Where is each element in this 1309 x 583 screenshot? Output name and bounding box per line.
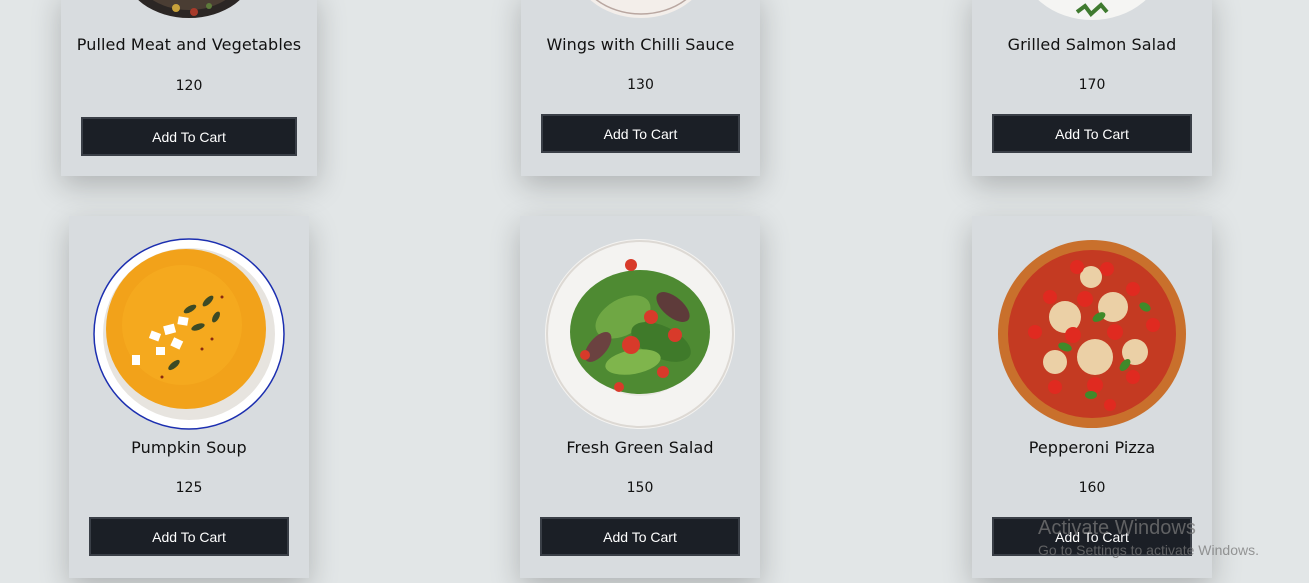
product-price: 125 xyxy=(175,480,203,496)
dish-image xyxy=(998,240,1186,428)
dish-image xyxy=(545,239,735,429)
product-card: Grilled Salmon Salad 170 Add To Cart xyxy=(972,0,1212,176)
product-price: 150 xyxy=(626,480,654,496)
product-price: 160 xyxy=(1078,480,1106,496)
add-to-cart-button[interactable]: Add To Cart xyxy=(89,517,289,556)
add-to-cart-button[interactable]: Add To Cart xyxy=(541,114,740,153)
add-to-cart-button[interactable]: Add To Cart xyxy=(540,517,740,556)
product-name: Pumpkin Soup xyxy=(131,438,247,457)
product-name: Pulled Meat and Vegetables xyxy=(76,35,302,54)
product-name: Wings with Chilli Sauce xyxy=(546,35,735,54)
dish-image xyxy=(138,0,240,18)
product-card: Pepperoni Pizza 160 Add To Cart xyxy=(972,216,1212,578)
product-price: 170 xyxy=(1078,77,1106,93)
product-price: 120 xyxy=(175,78,203,94)
add-to-cart-button[interactable]: Add To Cart xyxy=(992,114,1192,153)
dish-image xyxy=(590,0,692,18)
product-card: Pulled Meat and Vegetables 120 Add To Ca… xyxy=(61,0,317,176)
product-price: 130 xyxy=(627,77,654,93)
product-name: Pepperoni Pizza xyxy=(1028,438,1156,457)
product-card: Wings with Chilli Sauce 130 Add To Cart xyxy=(521,0,760,176)
add-to-cart-button[interactable]: Add To Cart xyxy=(992,517,1192,556)
add-to-cart-button[interactable]: Add To Cart xyxy=(81,117,297,156)
dish-image xyxy=(1038,0,1146,20)
product-card: Pumpkin Soup 125 Add To Cart xyxy=(69,216,309,578)
product-name: Grilled Salmon Salad xyxy=(1007,35,1177,54)
product-name: Fresh Green Salad xyxy=(566,438,714,457)
dish-image xyxy=(93,238,285,430)
product-card: Fresh Green Salad 150 Add To Cart xyxy=(520,216,760,578)
